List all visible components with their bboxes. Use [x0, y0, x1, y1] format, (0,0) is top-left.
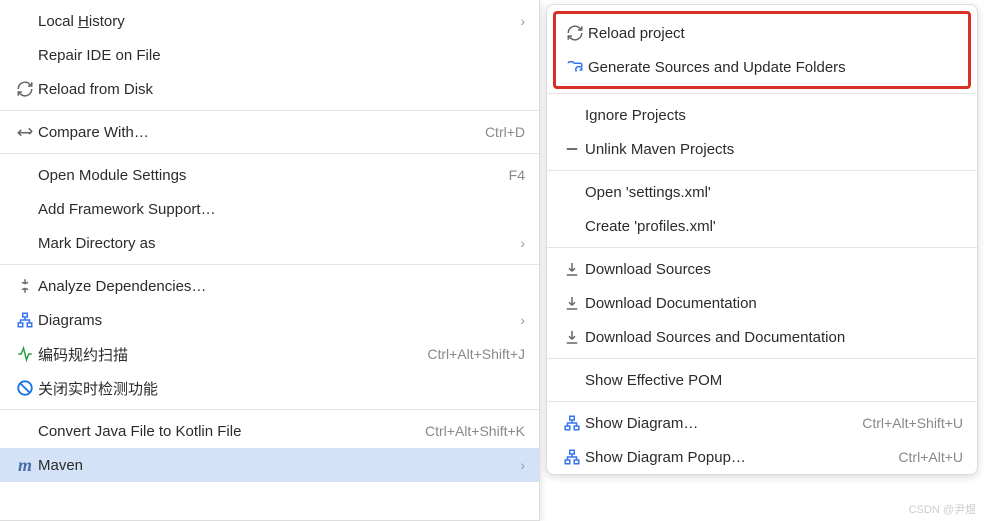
menu-separator: [547, 401, 977, 402]
menu-separator: [0, 110, 539, 111]
menu-label: Reload project: [588, 25, 954, 42]
menu-label: Open 'settings.xml': [585, 184, 963, 201]
diagram-icon: [12, 311, 38, 329]
menu-item-repair-ide[interactable]: Repair IDE on File: [0, 38, 539, 72]
menu-item-maven[interactable]: m Maven ›: [0, 448, 539, 482]
menu-shortcut: Ctrl+Alt+U: [898, 449, 963, 465]
menu-label: Create 'profiles.xml': [585, 218, 963, 235]
menu-item-code-scan[interactable]: 编码规约扫描 Ctrl+Alt+Shift+J: [0, 337, 539, 371]
menu-shortcut: Ctrl+D: [485, 124, 525, 140]
menu-item-add-framework[interactable]: Add Framework Support…: [0, 192, 539, 226]
menu-label: Repair IDE on File: [38, 47, 525, 64]
diagram-icon: [559, 448, 585, 466]
menu-separator: [0, 153, 539, 154]
context-submenu-maven: Reload project Generate Sources and Upda…: [546, 4, 978, 475]
menu-item-generate-sources[interactable]: Generate Sources and Update Folders: [556, 50, 968, 84]
minus-icon: [559, 140, 585, 158]
reload-icon: [562, 24, 588, 42]
reload-icon: [12, 80, 38, 98]
menu-label: Show Effective POM: [585, 372, 963, 389]
menu-shortcut: Ctrl+Alt+Shift+K: [425, 423, 525, 439]
menu-item-diagrams[interactable]: Diagrams ›: [0, 303, 539, 337]
menu-separator: [0, 264, 539, 265]
menu-item-show-pom[interactable]: Show Effective POM: [547, 363, 977, 397]
menu-label: Convert Java File to Kotlin File: [38, 423, 413, 440]
menu-item-open-settings-xml[interactable]: Open 'settings.xml': [547, 175, 977, 209]
menu-separator: [547, 93, 977, 94]
menu-item-download-sources[interactable]: Download Sources: [547, 252, 977, 286]
menu-item-reload-project[interactable]: Reload project: [556, 16, 968, 50]
menu-label: Mark Directory as: [38, 235, 512, 252]
menu-item-show-diagram[interactable]: Show Diagram… Ctrl+Alt+Shift+U: [547, 406, 977, 440]
scan-icon: [12, 345, 38, 363]
menu-label: Open Module Settings: [38, 167, 497, 184]
download-icon: [559, 328, 585, 346]
compare-icon: [12, 123, 38, 141]
menu-label: Unlink Maven Projects: [585, 141, 963, 158]
menu-item-unlink-maven[interactable]: Unlink Maven Projects: [547, 132, 977, 166]
menu-label: Download Sources and Documentation: [585, 329, 963, 346]
menu-item-open-module[interactable]: Open Module Settings F4: [0, 158, 539, 192]
submenu-arrow-icon: ›: [520, 235, 525, 251]
menu-item-download-both[interactable]: Download Sources and Documentation: [547, 320, 977, 354]
menu-item-compare-with[interactable]: Compare With… Ctrl+D: [0, 115, 539, 149]
menu-label: Add Framework Support…: [38, 201, 525, 218]
menu-separator: [547, 170, 977, 171]
menu-item-disable-realtime[interactable]: 关闭实时检测功能: [0, 371, 539, 405]
menu-label: Local History: [38, 13, 512, 30]
menu-shortcut: Ctrl+Alt+Shift+U: [862, 415, 963, 431]
menu-separator: [547, 247, 977, 248]
menu-item-reload-disk[interactable]: Reload from Disk: [0, 72, 539, 106]
context-menu-main: Local History › Repair IDE on File Reloa…: [0, 0, 540, 521]
highlighted-section: Reload project Generate Sources and Upda…: [553, 11, 971, 89]
menu-separator: [547, 358, 977, 359]
menu-label: Download Sources: [585, 261, 963, 278]
menu-item-convert-kotlin[interactable]: Convert Java File to Kotlin File Ctrl+Al…: [0, 414, 539, 448]
menu-item-mark-directory[interactable]: Mark Directory as ›: [0, 226, 539, 260]
menu-label: Generate Sources and Update Folders: [588, 59, 954, 76]
menu-item-analyze-deps[interactable]: Analyze Dependencies…: [0, 269, 539, 303]
menu-item-download-docs[interactable]: Download Documentation: [547, 286, 977, 320]
menu-label: 关闭实时检测功能: [38, 378, 525, 399]
menu-label: Ignore Projects: [585, 107, 963, 124]
menu-item-ignore-projects[interactable]: Ignore Projects: [547, 98, 977, 132]
submenu-arrow-icon: ›: [520, 312, 525, 328]
download-icon: [559, 294, 585, 312]
menu-label: Download Documentation: [585, 295, 963, 312]
analyze-icon: [12, 277, 38, 295]
menu-label: Maven: [38, 457, 512, 474]
menu-label: Show Diagram Popup…: [585, 449, 886, 466]
menu-label: 编码规约扫描: [38, 344, 415, 365]
submenu-arrow-icon: ›: [520, 13, 525, 29]
menu-label: Show Diagram…: [585, 415, 850, 432]
submenu-arrow-icon: ›: [520, 457, 525, 473]
menu-shortcut: F4: [509, 167, 525, 183]
menu-shortcut: Ctrl+Alt+Shift+J: [427, 346, 525, 362]
disable-icon: [12, 379, 38, 397]
folder-refresh-icon: [562, 58, 588, 76]
watermark: CSDN @尹煜: [909, 501, 976, 517]
download-icon: [559, 260, 585, 278]
menu-label: Analyze Dependencies…: [38, 278, 525, 295]
menu-label: Diagrams: [38, 312, 512, 329]
menu-item-local-history[interactable]: Local History ›: [0, 4, 539, 38]
menu-item-show-diagram-popup[interactable]: Show Diagram Popup… Ctrl+Alt+U: [547, 440, 977, 474]
menu-separator: [0, 409, 539, 410]
maven-icon: m: [12, 455, 38, 476]
diagram-icon: [559, 414, 585, 432]
menu-item-create-profiles-xml[interactable]: Create 'profiles.xml': [547, 209, 977, 243]
menu-label: Compare With…: [38, 124, 473, 141]
menu-label: Reload from Disk: [38, 81, 525, 98]
